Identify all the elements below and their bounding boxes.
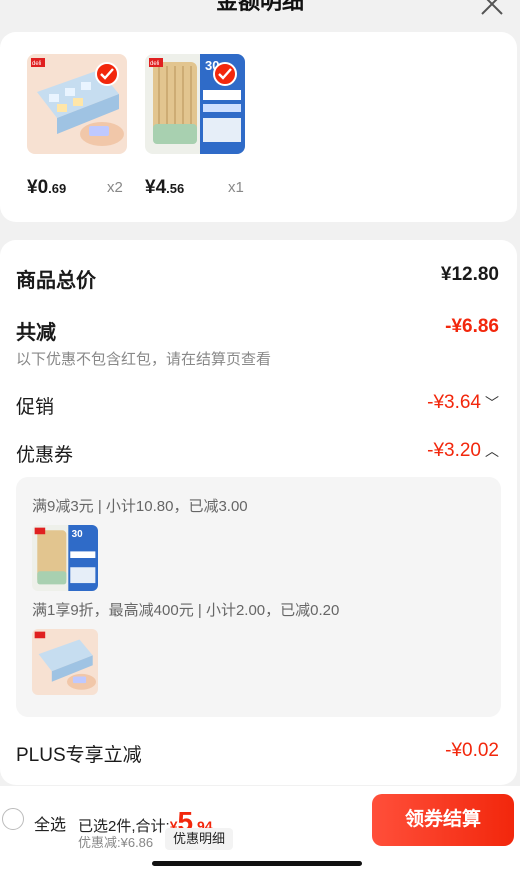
reduce-label: 共减 — [16, 322, 56, 344]
product-list: deli ¥0.69 x2 30 deli ¥4.56 x1 — [0, 32, 517, 222]
reduce-value: -¥6.86 — [445, 316, 499, 337]
total-value: ¥12.80 — [440, 264, 499, 285]
checkout-bar: 全选 已选2件,合计:¥5.94 优惠减:¥6.86 优惠明细 领券结算 — [0, 786, 520, 869]
coupon-label: 优惠券 — [16, 445, 74, 466]
pencil-tube-image: 30 — [32, 525, 98, 591]
chevron-up-icon[interactable]: ︿ — [485, 441, 499, 461]
svg-text:30: 30 — [72, 529, 84, 540]
plus-value: -¥0.02 — [445, 740, 499, 761]
product-price: ¥4.56 — [145, 177, 185, 198]
eraser-pack-image — [32, 629, 98, 695]
product-item-pencil[interactable]: 30 deli — [145, 54, 245, 154]
close-icon[interactable] — [478, 0, 506, 18]
amount-summary: 商品总价 ¥12.80 共减 -¥6.86 以下优惠不包含红包，请在结算页查看 … — [0, 240, 517, 785]
chevron-down-icon[interactable]: ﹀ — [485, 393, 499, 413]
coupon-rule: 满1享9折，最高减400元 | 小计2.00，已减0.20 — [32, 602, 340, 619]
svg-text:deli: deli — [32, 61, 41, 67]
page-title: 金额明细 — [215, 0, 304, 14]
svg-text:deli: deli — [150, 61, 159, 67]
product-item-eraser[interactable]: deli — [27, 54, 127, 154]
discount-detail-button[interactable]: 优惠明细 — [165, 828, 234, 850]
home-indicator[interactable] — [152, 861, 362, 866]
coupon-detail-panel: 满9减3元 | 小计10.80，已减3.00 30 满1享9折，最高减400元 … — [16, 477, 501, 717]
coupon-rule: 满9减3元 | 小计10.80，已减3.00 — [32, 498, 248, 515]
checked-icon[interactable] — [95, 62, 119, 86]
product-qty: x1 — [228, 179, 244, 196]
coupon-value: -¥3.20 ︿ — [427, 440, 499, 461]
select-all-label[interactable]: 全选 — [34, 811, 66, 835]
checkout-button[interactable]: 领券结算 — [372, 794, 514, 846]
product-qty: x2 — [107, 179, 123, 196]
checked-icon[interactable] — [213, 62, 237, 86]
header: 金额明细 — [0, 0, 520, 28]
select-all-radio[interactable] — [2, 808, 24, 830]
eraser-pack-image: deli — [27, 54, 127, 154]
pencil-tube-image: 30 deli — [145, 54, 245, 154]
total-label: 商品总价 — [16, 270, 96, 292]
promo-value: -¥3.64 ﹀ — [427, 392, 499, 413]
discount-note: 以下优惠不包含红包，请在结算页查看 — [16, 351, 272, 368]
promo-label: 促销 — [16, 397, 55, 418]
product-price: ¥0.69 — [27, 177, 67, 198]
discount-info: 优惠减:¥6.86 — [78, 835, 154, 850]
plus-label: PLUS专享立减 — [16, 745, 142, 766]
